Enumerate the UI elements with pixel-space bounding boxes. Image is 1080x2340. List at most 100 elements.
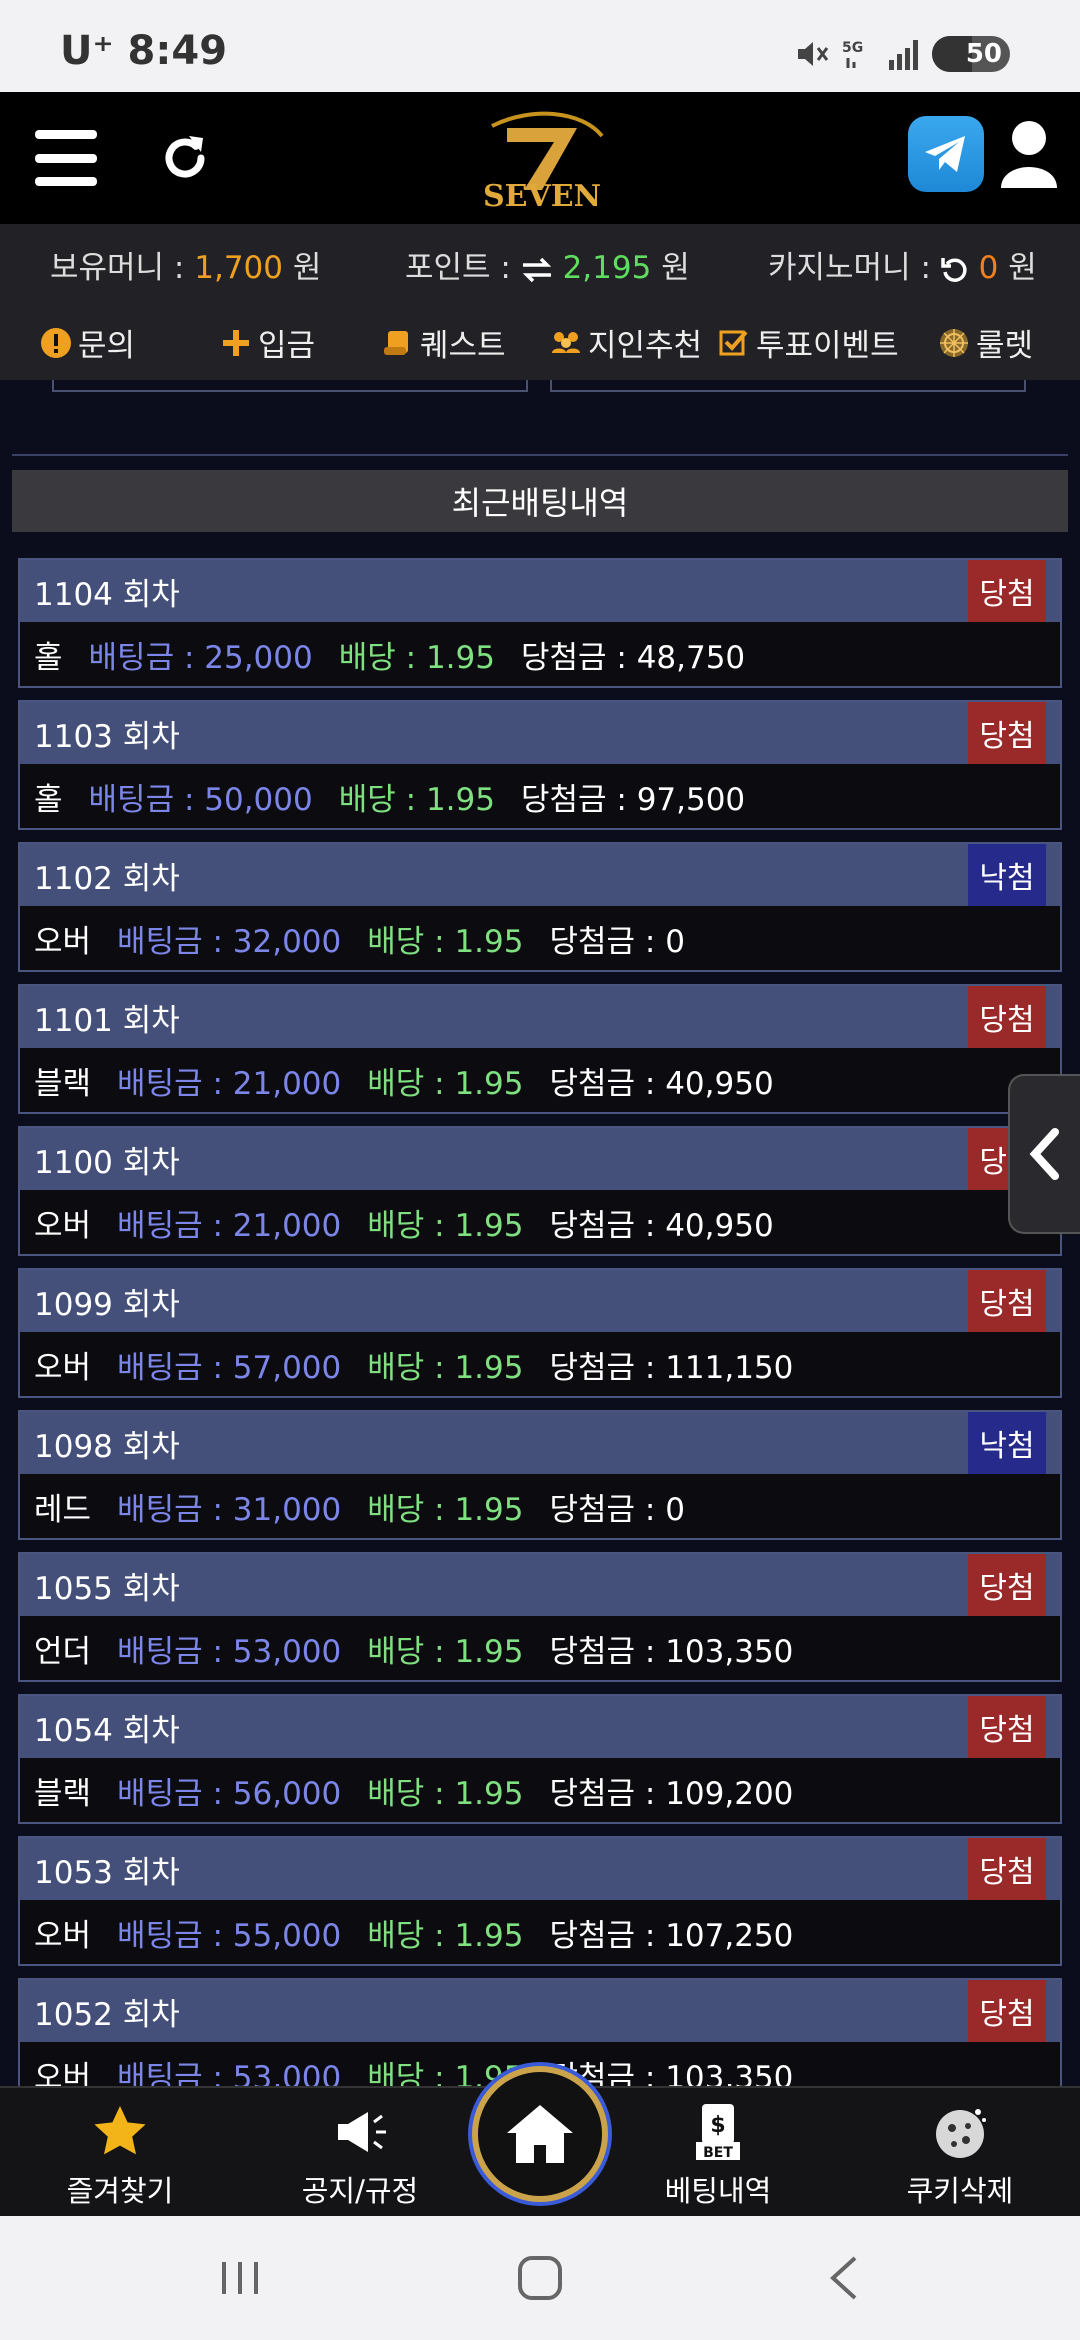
bet-details: 오버 배팅금 : 21,000 배당 : 1.95 당첨금 : 40,950 — [20, 1190, 1060, 1254]
bet-pick: 언더 — [34, 1633, 92, 1670]
svg-text:5G: 5G — [842, 40, 863, 56]
svg-text:BET: BET — [703, 2145, 733, 2161]
bet-odds: 배당 : 1.95 — [338, 781, 495, 818]
alert-circle-icon — [41, 327, 71, 358]
refresh-icon[interactable] — [155, 128, 215, 188]
bet-round-header: 1104 회차 당첨 — [20, 560, 1060, 622]
status-bar: U⁺ 8:49 5G 50 — [0, 0, 1080, 92]
side-panel-toggle[interactable] — [1008, 1074, 1080, 1234]
bet-prize: 당첨금 : 40,950 — [549, 1065, 774, 1102]
bet-history-item: 1103 회차 당첨 홀 배팅금 : 50,000 배당 : 1.95 당첨금 … — [18, 700, 1062, 830]
nav-bet-history[interactable]: $ BET 베팅내역 — [628, 2102, 808, 2210]
point-balance[interactable]: 포인트 : 2,195 원 — [405, 242, 690, 287]
hamburger-menu-button[interactable] — [35, 130, 97, 186]
user-profile-icon[interactable] — [997, 116, 1061, 192]
bet-pick: 오버 — [34, 2059, 92, 2087]
bet-details: 홀 배팅금 : 25,000 배당 : 1.95 당첨금 : 48,750 — [20, 622, 1060, 686]
bet-pick: 오버 — [34, 1917, 92, 1954]
menu-inquiry[interactable]: 문의 — [40, 320, 135, 365]
bet-round: 1100 회차 — [34, 1144, 180, 1181]
bet-status-badge: 당첨 — [968, 702, 1046, 764]
recent-bets-title: 최근배팅내역 — [12, 470, 1068, 532]
nav-clear-cookies[interactable]: 쿠키삭제 — [870, 2102, 1050, 2210]
bet-prize: 당첨금 : 109,200 — [549, 1775, 794, 1812]
bet-prize: 당첨금 : 48,750 — [520, 639, 746, 676]
bet-details: 블랙 배팅금 : 21,000 배당 : 1.95 당첨금 : 40,950 — [20, 1048, 1060, 1112]
status-icons: 5G 50 — [794, 36, 1010, 72]
bet-history-item: 1054 회차 당첨 블랙 배팅금 : 56,000 배당 : 1.95 당첨금… — [18, 1694, 1062, 1824]
bet-status-badge: 낙첨 — [968, 844, 1046, 906]
bet-round: 1104 회차 — [34, 576, 180, 613]
bet-details: 블랙 배팅금 : 56,000 배당 : 1.95 당첨금 : 109,200 — [20, 1758, 1060, 1822]
balance-bar: 보유머니 : 1,700 원 포인트 : 2,195 원 카지노머니 : 0 원 — [0, 224, 1080, 302]
bet-round: 1103 회차 — [34, 718, 180, 755]
bet-round: 1099 회차 — [34, 1286, 180, 1323]
seven-logo[interactable]: SEVEN — [462, 106, 622, 214]
exchange-icon[interactable] — [521, 257, 553, 283]
bet-pick: 블랙 — [34, 1775, 92, 1812]
menu-vote-event[interactable]: 투표이벤트 — [718, 320, 899, 365]
home-button[interactable] — [472, 2066, 608, 2202]
bet-round: 1055 회차 — [34, 1570, 180, 1607]
reload-icon[interactable] — [941, 256, 969, 284]
svg-text:$: $ — [710, 2113, 725, 2138]
bet-round-header: 1101 회차 당첨 — [20, 986, 1060, 1048]
bet-amount: 배팅금 : 25,000 — [88, 639, 313, 676]
bet-pick: 오버 — [34, 923, 92, 960]
bet-details: 오버 배팅금 : 55,000 배당 : 1.95 당첨금 : 107,250 — [20, 1900, 1060, 1964]
bet-history-item: 1102 회차 낙첨 오버 배팅금 : 32,000 배당 : 1.95 당첨금… — [18, 842, 1062, 972]
users-icon — [552, 331, 580, 353]
bet-history-item: 1100 회차 당첨 오버 배팅금 : 21,000 배당 : 1.95 당첨금… — [18, 1126, 1062, 1256]
bet-amount: 배팅금 : 57,000 — [117, 1349, 342, 1386]
bet-round-header: 1052 회차 당첨 — [20, 1980, 1060, 2042]
menu-referral[interactable]: 지인추천 — [550, 320, 702, 365]
telegram-button[interactable] — [908, 116, 984, 192]
bet-amount: 배팅금 : 31,000 — [117, 1491, 342, 1528]
bet-odds: 배당 : 1.95 — [367, 1633, 524, 1670]
recent-apps-icon[interactable] — [210, 2250, 270, 2306]
menu-quest[interactable]: 퀘스트 — [382, 320, 506, 365]
bet-round-header: 1103 회차 당첨 — [20, 702, 1060, 764]
nav-notice[interactable]: 공지/규정 — [270, 2102, 450, 2210]
bet-amount: 배팅금 : 21,000 — [117, 1207, 342, 1244]
bet-details: 오버 배팅금 : 57,000 배당 : 1.95 당첨금 : 111,150 — [20, 1332, 1060, 1396]
bet-prize: 당첨금 : 0 — [549, 923, 685, 960]
bet-details: 오버 배팅금 : 32,000 배당 : 1.95 당첨금 : 0 — [20, 906, 1060, 970]
menu-roulette[interactable]: 룰렛 — [938, 320, 1033, 365]
bet-pick: 레드 — [34, 1491, 92, 1528]
bet-prize: 당첨금 : 111,150 — [549, 1349, 794, 1386]
bet-amount: 배팅금 : 50,000 — [88, 781, 313, 818]
bet-amount: 배팅금 : 55,000 — [117, 1917, 342, 1954]
battery-icon: 50 — [932, 36, 1010, 72]
bet-pick: 홀 — [34, 639, 63, 676]
bet-amount: 배팅금 : 53,000 — [117, 2059, 342, 2087]
bet-status-badge: 당첨 — [968, 986, 1046, 1048]
bet-pick: 블랙 — [34, 1065, 92, 1102]
main-content: 최근배팅내역 1104 회차 당첨 홀 배팅금 : 25,000 배당 : 1.… — [0, 380, 1080, 2086]
mute-icon — [798, 42, 829, 66]
bet-details: 언더 배팅금 : 53,000 배당 : 1.95 당첨금 : 103,350 — [20, 1616, 1060, 1680]
megaphone-icon — [338, 2112, 386, 2152]
bet-odds: 배당 : 1.95 — [367, 1349, 524, 1386]
bet-pick: 오버 — [34, 1207, 92, 1244]
top-panels-remainder — [12, 380, 1068, 456]
bet-details: 레드 배팅금 : 31,000 배당 : 1.95 당첨금 : 0 — [20, 1474, 1060, 1538]
quick-menu-bar: 문의 입금 퀘스트 지인추천 투표이벤트 룰렛 — [0, 302, 1080, 380]
bet-odds: 배당 : 1.95 — [367, 1491, 524, 1528]
bet-round-header: 1053 회차 당첨 — [20, 1838, 1060, 1900]
bet-status-badge: 당첨 — [968, 1696, 1046, 1758]
5g-signal-icon: 5G — [842, 40, 863, 68]
system-navigation-bar — [0, 2216, 1080, 2340]
bet-pick: 홀 — [34, 781, 63, 818]
home-system-icon[interactable] — [510, 2250, 570, 2306]
bet-amount: 배팅금 : 56,000 — [117, 1775, 342, 1812]
roulette-wheel-icon — [940, 328, 968, 357]
bet-details: 홀 배팅금 : 50,000 배당 : 1.95 당첨금 : 97,500 — [20, 764, 1060, 828]
bet-prize: 당첨금 : 0 — [549, 1491, 685, 1528]
bet-history-item: 1101 회차 당첨 블랙 배팅금 : 21,000 배당 : 1.95 당첨금… — [18, 984, 1062, 1114]
nav-favorites[interactable]: 즐겨찾기 — [30, 2102, 210, 2210]
back-icon[interactable] — [815, 2250, 875, 2306]
menu-deposit[interactable]: 입금 — [220, 320, 315, 365]
bet-odds: 배당 : 1.95 — [367, 1917, 524, 1954]
casino-money[interactable]: 카지노머니 : 0 원 — [768, 242, 1037, 287]
